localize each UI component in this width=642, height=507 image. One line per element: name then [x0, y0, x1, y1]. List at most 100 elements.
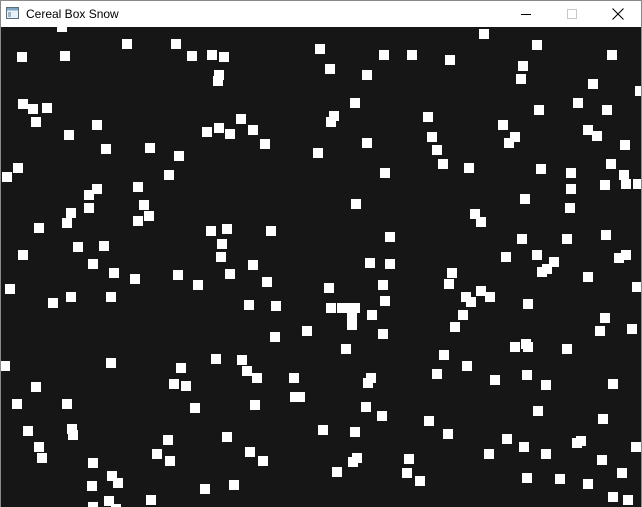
snowflake [601, 230, 611, 240]
snowflake [113, 478, 123, 488]
snowflake [464, 163, 474, 173]
snowflake [13, 163, 23, 173]
snowflake [501, 252, 511, 262]
snowflake [423, 112, 433, 122]
snowflake [407, 50, 417, 60]
snowflake [187, 51, 197, 61]
snowflake [31, 382, 41, 392]
snowflake [632, 282, 641, 292]
snowflake [68, 430, 78, 440]
snow-canvas[interactable] [1, 27, 641, 507]
snowflake [602, 105, 612, 115]
app-window-icon [6, 7, 19, 19]
snowflake [458, 310, 468, 320]
snowflake [404, 454, 414, 464]
snowflake [266, 226, 276, 236]
snowflake [447, 268, 457, 278]
snowflake [99, 241, 109, 251]
snowflake [84, 190, 94, 200]
snowflake [225, 129, 235, 139]
snowflake [92, 120, 102, 130]
snowflake [164, 170, 174, 180]
snowflake [242, 366, 252, 376]
snowflake [332, 467, 342, 477]
snowflake [379, 50, 389, 60]
snowflake [402, 468, 412, 478]
snowflake [362, 70, 372, 80]
app-window: Cereal Box Snow [0, 0, 642, 507]
snowflake [169, 379, 179, 389]
snowflake [608, 492, 618, 502]
snowflake [606, 159, 616, 169]
snowflake [260, 139, 270, 149]
snowflake [598, 414, 608, 424]
snowflake [73, 242, 83, 252]
snowflake [532, 250, 542, 260]
snowflake [532, 40, 542, 50]
snowflake [534, 105, 544, 115]
snowflake [289, 373, 299, 383]
minimize-icon [521, 14, 531, 15]
snowflake [60, 51, 70, 61]
snowflake [202, 127, 212, 137]
snowflake [635, 86, 641, 96]
snowflake [270, 332, 280, 342]
snowflake [207, 50, 217, 60]
snowflake [608, 379, 618, 389]
snowflake [12, 399, 22, 409]
snowflake [533, 406, 543, 416]
snowflake [48, 298, 58, 308]
close-button[interactable] [595, 1, 641, 27]
snowflake [607, 50, 617, 60]
minimize-button[interactable] [503, 1, 549, 27]
snowflake [66, 292, 76, 302]
snowflake [146, 495, 156, 505]
snowflake [367, 310, 377, 320]
snowflake [595, 326, 605, 336]
snowflake [152, 449, 162, 459]
snowflake [566, 184, 576, 194]
snowflake [466, 297, 476, 307]
snowflake [432, 145, 442, 155]
snowflake [519, 442, 529, 452]
snowflake [62, 218, 72, 228]
snowflake [23, 426, 33, 436]
snowflake [139, 200, 149, 210]
snowflake [562, 344, 572, 354]
snowflake [484, 449, 494, 459]
snowflake [88, 259, 98, 269]
snowflake [583, 479, 593, 489]
snowflake [229, 480, 239, 490]
snowflake [190, 403, 200, 413]
snowflake [133, 216, 143, 226]
snowflake [432, 369, 442, 379]
snowflake [225, 269, 235, 279]
title-bar[interactable]: Cereal Box Snow [1, 1, 641, 27]
snowflake [34, 442, 44, 452]
snowflake [176, 363, 186, 373]
snowflake [31, 117, 41, 127]
snowflake [214, 123, 224, 133]
snowflake [106, 292, 116, 302]
snowflake [245, 447, 255, 457]
snowflake [523, 342, 533, 352]
snowflake [2, 172, 12, 182]
close-icon [612, 8, 624, 20]
snowflake [541, 449, 551, 459]
snowflake [380, 296, 390, 306]
snowflake [219, 52, 229, 62]
snowflake [324, 283, 334, 293]
maximize-icon [567, 9, 577, 19]
snowflake [621, 179, 631, 189]
snowflake [347, 320, 357, 330]
maximize-button [549, 1, 595, 27]
snowflake [34, 223, 44, 233]
snowflake [380, 168, 390, 178]
snowflake [549, 257, 559, 267]
snowflake [445, 55, 455, 65]
snowflake [361, 402, 371, 412]
snowflake [313, 148, 323, 158]
snowflake [213, 76, 223, 86]
snowflake [193, 280, 203, 290]
snowflake [1, 361, 10, 371]
